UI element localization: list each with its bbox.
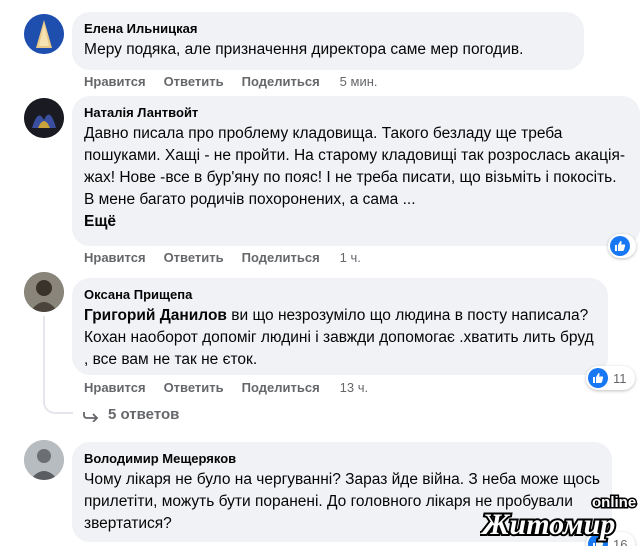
comment-text: Меру подяка, але призначення директора с…: [84, 41, 524, 58]
reply-button[interactable]: Ответить: [164, 380, 224, 395]
like-icon: [610, 236, 630, 256]
like-button[interactable]: Нравится: [84, 74, 146, 89]
comment-text: Давно писала про проблему кладовища. Так…: [84, 123, 628, 233]
avatar-image-icon: [24, 98, 64, 138]
reply-arrow-icon: [83, 411, 99, 422]
thread-connector: [43, 398, 73, 414]
thread-line: [43, 316, 45, 400]
share-button[interactable]: Поделиться: [242, 74, 320, 89]
mention-link[interactable]: Григорий Данилов: [84, 307, 227, 324]
comment-timestamp[interactable]: 13 ч.: [340, 380, 368, 395]
comment-actions: Нравится Ответить Поделиться 1 ч.: [84, 250, 361, 265]
like-button[interactable]: Нравится: [84, 250, 146, 265]
comment-actions: Нравится Ответить Поделиться 13 ч.: [84, 380, 368, 395]
comment-author[interactable]: Елена Ильницкая: [84, 20, 572, 37]
zhytomyr-online-logo: online Житомир: [478, 490, 640, 546]
comment-timestamp[interactable]: 1 ч.: [340, 250, 361, 265]
comment-bubble: Наталія Лантвойт Давно писала про пробле…: [72, 96, 640, 246]
reply-button[interactable]: Ответить: [164, 250, 224, 265]
see-more-link[interactable]: Ещё: [84, 213, 116, 230]
avatar[interactable]: [24, 98, 64, 138]
avatar-image-icon: [24, 440, 64, 480]
avatar[interactable]: [24, 14, 64, 54]
avatar[interactable]: [24, 272, 64, 312]
comment-body: Давно писала про проблему кладовища. Так…: [84, 125, 626, 208]
comment-bubble: Елена Ильницкая Меру подяка, але признач…: [72, 12, 584, 70]
comment-timestamp[interactable]: 5 мин.: [340, 74, 378, 89]
share-button[interactable]: Поделиться: [242, 250, 320, 265]
reaction-badge[interactable]: 11: [586, 366, 635, 390]
logo-big-text: Житомир: [480, 508, 615, 541]
reaction-badge[interactable]: [608, 234, 636, 258]
reply-button[interactable]: Ответить: [164, 74, 224, 89]
like-icon: [588, 368, 608, 388]
replies-count-label: 5 ответов: [108, 406, 180, 423]
comment-actions: Нравится Ответить Поделиться 5 мин.: [84, 74, 378, 89]
comment-author[interactable]: Оксана Прищепа: [84, 286, 596, 303]
avatar-image-icon: [24, 14, 64, 54]
view-replies-button[interactable]: 5 ответов: [82, 406, 179, 423]
comment-bubble: Оксана Прищепа Григорий Данилов ви що не…: [72, 278, 608, 375]
comment-author[interactable]: Наталія Лантвойт: [84, 104, 628, 121]
avatar[interactable]: [24, 440, 64, 480]
avatar-image-icon: [24, 272, 64, 312]
share-button[interactable]: Поделиться: [242, 380, 320, 395]
like-button[interactable]: Нравится: [84, 380, 146, 395]
reaction-count: 11: [613, 370, 627, 386]
comment-text: Григорий Данилов ви що незрозуміло що лю…: [84, 305, 596, 371]
comment-author[interactable]: Володимир Мещеряков: [84, 450, 600, 467]
